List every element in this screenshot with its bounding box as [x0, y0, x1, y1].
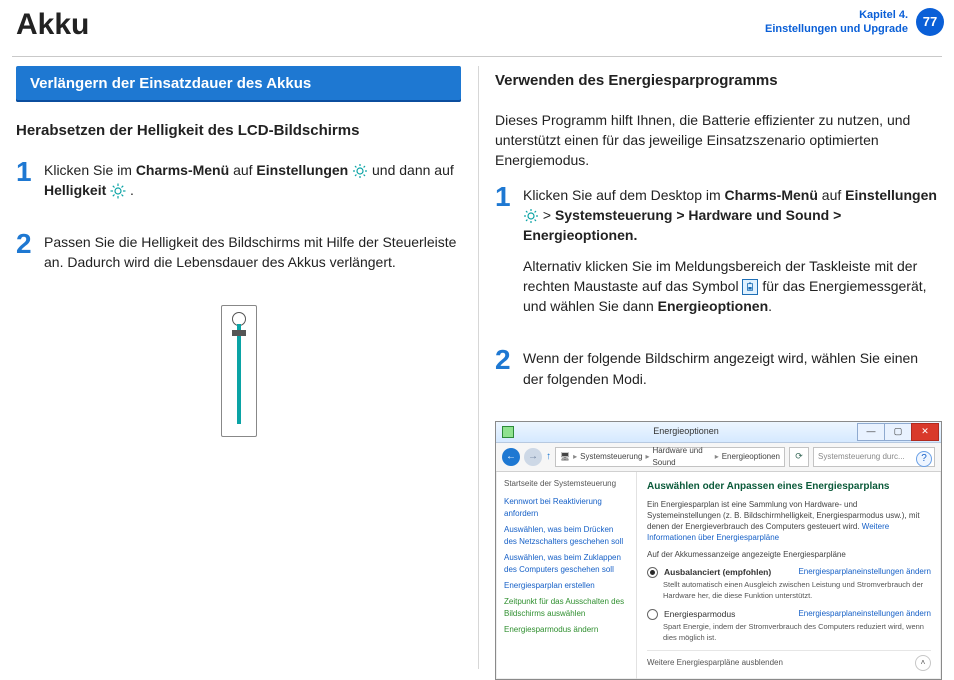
window-minimize-button[interactable]: —: [857, 423, 885, 441]
text: Klicken Sie im: [44, 162, 136, 178]
text: auf: [233, 162, 256, 178]
step-number: 1: [16, 158, 44, 211]
window-titlebar: Energieoptionen — ▢ ✕: [496, 422, 941, 443]
left-step-1: 1 Klicken Sie im Charms-Menü auf Einstel…: [16, 160, 461, 211]
bold-helligkeit: Helligkeit: [44, 182, 106, 198]
step-body: Passen Sie die Helligkeit des Bildschirm…: [44, 232, 461, 283]
step-body: Klicken Sie auf dem Desktop im Charms-Me…: [523, 185, 940, 327]
subheading-brightness: Herabsetzen der Helligkeit des LCD-Bilds…: [16, 120, 461, 142]
refresh-button[interactable]: ⟳: [789, 447, 809, 467]
plan-label: Energiesparmodus: [664, 608, 735, 620]
slider-thumb: [232, 330, 246, 336]
energy-options-window: Energieoptionen — ▢ ✕ ← → ↑ 🖥 ▸ Systemst…: [495, 421, 942, 680]
text: Klicken Sie auf dem Desktop im: [523, 187, 725, 203]
step-number: 2: [16, 230, 44, 283]
window-nav-bar: ← → ↑ 🖥 ▸ Systemsteuerung ▸ Hardware und…: [496, 443, 941, 472]
nav-back-button[interactable]: ←: [502, 448, 520, 466]
sidebar-link[interactable]: Energiesparplan erstellen: [504, 580, 628, 592]
breadcrumb[interactable]: 🖥 ▸ Systemsteuerung ▸ Hardware und Sound…: [555, 447, 785, 467]
text: >: [543, 207, 555, 223]
text: .: [130, 182, 134, 198]
brightness-sun-icon: [110, 183, 126, 199]
text: Wenn der folgende Bildschirm angezeigt w…: [523, 348, 940, 389]
bold-charms-menu: Charms-Menü: [136, 162, 229, 178]
plan-desc: Stellt automatisch einen Ausgleich zwisc…: [663, 580, 931, 602]
left-step-2: 2 Passen Sie die Helligkeit des Bildschi…: [16, 232, 461, 283]
window-title: Energieoptionen: [514, 425, 858, 438]
text: und dann auf: [372, 162, 454, 178]
plan-radio-selected[interactable]: [647, 567, 658, 578]
chapter-line-2: Einstellungen und Upgrade: [765, 22, 908, 36]
bold-einstellungen: Einstellungen: [845, 187, 937, 203]
settings-gear-icon: [523, 208, 539, 224]
left-column: Verlängern der Einsatzdauer des Akkus He…: [16, 66, 461, 669]
section-heading-blue: Verlängern der Einsatzdauer des Akkus: [16, 66, 461, 102]
settings-gear-icon: [352, 163, 368, 179]
text: .: [768, 298, 772, 314]
column-divider: [478, 66, 479, 669]
plan-desc: Spart Energie, indem der Stromverbrauch …: [663, 622, 931, 644]
sidebar-link[interactable]: Auswählen, was beim Zuklappen des Comput…: [504, 552, 628, 576]
plan-radio[interactable]: [647, 609, 658, 620]
sidebar-link[interactable]: Kennwort bei Reaktivierung anfordern: [504, 496, 628, 520]
nav-forward-button[interactable]: →: [524, 448, 542, 466]
chapter-line-1: Kapitel 4.: [765, 8, 908, 22]
text: auf: [822, 187, 845, 203]
window-close-button[interactable]: ✕: [911, 423, 939, 441]
footer-text: Weitere Energiesparpläne ausblenden: [647, 657, 783, 669]
brightness-slider-illustration: [221, 305, 257, 437]
sidebar-link[interactable]: Energiesparmodus ändern: [504, 624, 628, 636]
help-icon[interactable]: ?: [916, 451, 932, 467]
window-maximize-button[interactable]: ▢: [884, 423, 912, 441]
bold-einstellungen: Einstellungen: [256, 162, 348, 178]
header-rule: [12, 56, 942, 57]
step-number: 1: [495, 183, 523, 327]
shown-plans-label: Auf der Akkumessanzeige angezeigte Energ…: [647, 549, 931, 560]
page-number-badge: 77: [916, 8, 944, 36]
sidebar-link[interactable]: Zeitpunkt für das Ausschalten des Bildsc…: [504, 596, 628, 620]
plan-settings-link[interactable]: Energiesparplaneinstellungen ändern: [798, 608, 931, 620]
window-icon: [502, 426, 514, 438]
slider-track: [237, 324, 241, 424]
right-column: Verwenden des Energiesparprogramms Diese…: [495, 66, 940, 669]
bold-path: Systemsteuerung > Hardware und Sound > E…: [523, 207, 841, 243]
sidebar-link[interactable]: Auswählen, was beim Drücken des Netzscha…: [504, 524, 628, 548]
breadcrumb-item[interactable]: Hardware und Sound: [652, 445, 711, 468]
bold-energieoptionen: Energieoptionen: [658, 298, 768, 314]
step-number: 2: [495, 346, 523, 399]
nav-up-icon[interactable]: ↑: [546, 450, 551, 465]
plan-balanced: Ausbalanciert (empfohlen) Energiesparpla…: [647, 566, 931, 602]
intro-text: Dieses Programm hilft Ihnen, die Batteri…: [495, 110, 940, 171]
breadcrumb-item[interactable]: Energieoptionen: [722, 451, 780, 463]
window-body: Startseite der Systemsteuerung Kennwort …: [496, 472, 941, 679]
battery-meter-icon: [742, 279, 758, 295]
plan-footer: Weitere Energiesparpläne ausblenden ˄: [647, 650, 931, 671]
plan-powersave: Energiesparmodus Energiesparplaneinstell…: [647, 608, 931, 644]
window-sidebar: Startseite der Systemsteuerung Kennwort …: [496, 472, 637, 679]
sidebar-heading: Startseite der Systemsteuerung: [504, 478, 628, 490]
text: Passen Sie die Helligkeit des Bildschirm…: [44, 232, 461, 273]
bold-charms-menu: Charms-Menü: [725, 187, 818, 203]
plan-settings-link[interactable]: Energiesparplaneinstellungen ändern: [798, 566, 931, 578]
main-heading: Auswählen oder Anpassen eines Energiespa…: [647, 480, 931, 495]
chapter-label: Kapitel 4. Einstellungen und Upgrade 77: [765, 8, 944, 36]
right-step-2: 2 Wenn der folgende Bildschirm angezeigt…: [495, 348, 940, 399]
step-body: Klicken Sie im Charms-Menü auf Einstellu…: [44, 160, 461, 211]
energy-options-screenshot: Energieoptionen — ▢ ✕ ← → ↑ 🖥 ▸ Systemst…: [495, 421, 940, 680]
drive-icon: 🖥: [560, 451, 570, 463]
window-main: Auswählen oder Anpassen eines Energiespa…: [637, 472, 941, 679]
step-body: Wenn der folgende Bildschirm angezeigt w…: [523, 348, 940, 399]
breadcrumb-item[interactable]: Systemsteuerung: [580, 451, 642, 463]
right-step-1: 1 Klicken Sie auf dem Desktop im Charms-…: [495, 185, 940, 327]
page-title: Akku: [16, 8, 89, 42]
subheading-energyprogram: Verwenden des Energiesparprogramms: [495, 70, 940, 92]
plan-label: Ausbalanciert (empfohlen): [664, 567, 771, 577]
collapse-icon[interactable]: ˄: [915, 655, 931, 671]
